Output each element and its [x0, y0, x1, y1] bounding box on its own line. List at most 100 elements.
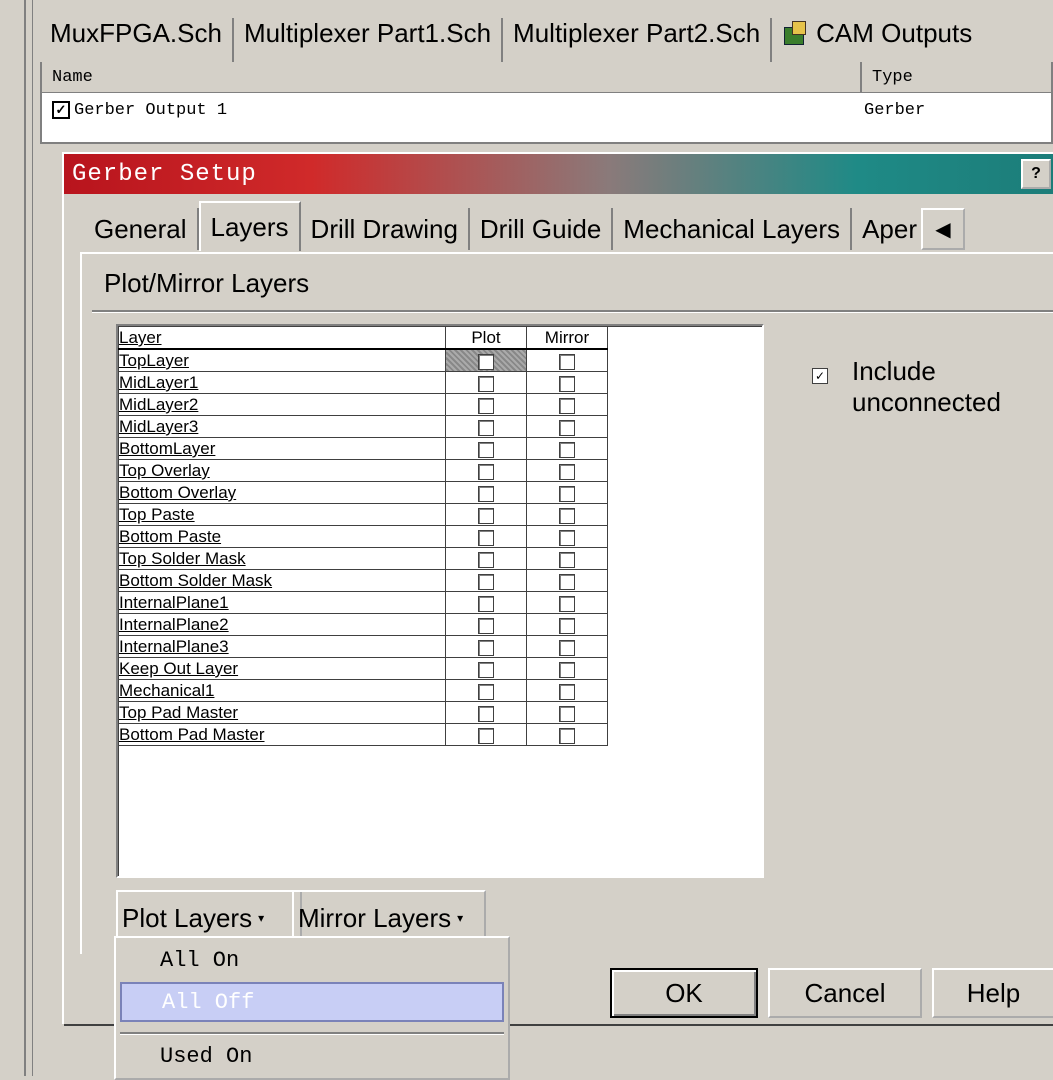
list-header: Name Type	[42, 62, 1051, 93]
mirror-checkbox[interactable]	[559, 375, 575, 392]
table-row[interactable]: TopLayer	[118, 348, 608, 372]
mirror-checkbox[interactable]	[559, 617, 575, 634]
column-header-plot: Plot	[445, 326, 527, 350]
table-row[interactable]: MidLayer3	[118, 415, 608, 438]
table-row[interactable]: InternalPlane2	[118, 613, 608, 636]
plot-checkbox[interactable]	[478, 397, 494, 414]
mirror-cell	[526, 701, 608, 724]
tab-drill-guide[interactable]: Drill Guide	[470, 208, 614, 250]
plot-cell	[445, 657, 527, 680]
tab-layers[interactable]: Layers	[198, 201, 301, 251]
plot-checkbox[interactable]	[478, 353, 494, 370]
mirror-checkbox[interactable]	[559, 397, 575, 414]
tab-drill-drawing[interactable]: Drill Drawing	[301, 208, 470, 250]
mirror-cell	[526, 613, 608, 636]
output-name: Gerber Output 1	[74, 100, 228, 120]
table-row[interactable]: Bottom Overlay	[118, 481, 608, 504]
plot-checkbox[interactable]	[478, 551, 494, 568]
plot-checkbox[interactable]	[478, 595, 494, 612]
include-unconnected[interactable]: ✓ Include unconnected	[812, 356, 1001, 418]
mirror-checkbox[interactable]	[559, 529, 575, 546]
section-divider	[92, 310, 1053, 312]
table-row[interactable]: Top Solder Mask	[118, 547, 608, 570]
layer-name: InternalPlane2	[118, 613, 446, 636]
table-row[interactable]: InternalPlane3	[118, 635, 608, 658]
mirror-checkbox[interactable]	[559, 353, 575, 370]
mirror-checkbox[interactable]	[559, 705, 575, 722]
table-row[interactable]: BottomLayer	[118, 437, 608, 460]
output-checkbox[interactable]: ✓	[52, 101, 70, 119]
mirror-cell	[526, 679, 608, 702]
mirror-checkbox[interactable]	[559, 683, 575, 700]
menu-item-used-on[interactable]: Used On	[120, 1038, 504, 1074]
tab-apertures[interactable]: Aper	[852, 208, 917, 250]
plot-checkbox[interactable]	[478, 507, 494, 524]
plot-checkbox[interactable]	[478, 639, 494, 656]
plot-layers-label: Plot Layers	[122, 902, 253, 933]
gerber-setup-dialog: Gerber Setup ? General Layers Drill Draw…	[62, 152, 1053, 1024]
dialog-titlebar[interactable]: Gerber Setup ?	[64, 154, 1053, 194]
menu-item-all-off[interactable]: All Off	[120, 982, 504, 1022]
doc-tab-label: MuxFPGA.Sch	[50, 17, 222, 48]
table-row[interactable]: InternalPlane1	[118, 591, 608, 614]
plot-checkbox[interactable]	[478, 727, 494, 744]
layers-grid[interactable]: Layer Plot Mirror TopLayer MidLayer1 MidLa…	[116, 324, 764, 878]
table-row[interactable]: Bottom Paste	[118, 525, 608, 548]
mirror-checkbox[interactable]	[559, 595, 575, 612]
plot-cell	[445, 613, 527, 636]
plot-checkbox[interactable]	[478, 705, 494, 722]
plot-checkbox[interactable]	[478, 441, 494, 458]
mirror-checkbox[interactable]	[559, 551, 575, 568]
tab-general[interactable]: General	[84, 208, 199, 250]
ok-button[interactable]: OK	[610, 968, 758, 1018]
menu-item-all-on[interactable]: All On	[120, 942, 504, 978]
list-item[interactable]: ✓ Gerber Output 1 Gerber	[42, 93, 1051, 127]
cancel-button[interactable]: Cancel	[768, 968, 922, 1018]
tab-mechanical-layers[interactable]: Mechanical Layers	[613, 208, 853, 250]
plot-cell	[445, 591, 527, 614]
plot-checkbox[interactable]	[478, 683, 494, 700]
help-question-icon[interactable]: ?	[1021, 159, 1051, 189]
mirror-layers-label: Mirror Layers	[298, 902, 452, 933]
doc-tab-cam-outputs[interactable]: CAM Outputs	[772, 18, 982, 62]
layer-name: Bottom Pad Master	[118, 723, 446, 746]
mirror-checkbox[interactable]	[559, 485, 575, 502]
mirror-cell	[526, 393, 608, 416]
mirror-checkbox[interactable]	[559, 463, 575, 480]
table-row[interactable]: MidLayer2	[118, 393, 608, 416]
plot-checkbox[interactable]	[478, 661, 494, 678]
doc-tab-multiplexer-part2[interactable]: Multiplexer Part2.Sch	[503, 18, 773, 62]
tab-scroll-left-icon[interactable]: ◀	[920, 208, 965, 250]
doc-tab-multiplexer-part1[interactable]: Multiplexer Part1.Sch	[234, 18, 504, 62]
plot-checkbox[interactable]	[478, 463, 494, 480]
plot-checkbox[interactable]	[478, 573, 494, 590]
mirror-cell	[526, 591, 608, 614]
plot-checkbox[interactable]	[478, 485, 494, 502]
plot-checkbox[interactable]	[478, 419, 494, 436]
table-row[interactable]: Mechanical1	[118, 679, 608, 702]
table-row[interactable]: Top Overlay	[118, 459, 608, 482]
table-row[interactable]: MidLayer1	[118, 371, 608, 394]
mirror-checkbox[interactable]	[559, 639, 575, 656]
mirror-checkbox[interactable]	[559, 441, 575, 458]
mirror-checkbox[interactable]	[559, 727, 575, 744]
layer-name: Bottom Overlay	[118, 481, 446, 504]
plot-checkbox[interactable]	[478, 375, 494, 392]
column-header-name[interactable]: Name	[42, 62, 862, 92]
doc-tab-muxfpga[interactable]: MuxFPGA.Sch	[40, 18, 234, 62]
mirror-checkbox[interactable]	[559, 507, 575, 524]
mirror-checkbox[interactable]	[559, 419, 575, 436]
mirror-checkbox[interactable]	[559, 661, 575, 678]
mirror-checkbox[interactable]	[559, 573, 575, 590]
table-row[interactable]: Bottom Solder Mask	[118, 569, 608, 592]
table-row[interactable]: Bottom Pad Master	[118, 723, 608, 746]
help-button[interactable]: Help	[932, 968, 1053, 1018]
mirror-cell	[526, 348, 608, 372]
table-row[interactable]: Keep Out Layer	[118, 657, 608, 680]
table-row[interactable]: Top Pad Master	[118, 701, 608, 724]
column-header-type[interactable]: Type	[862, 62, 913, 92]
include-unconnected-checkbox[interactable]: ✓	[812, 368, 828, 384]
plot-checkbox[interactable]	[478, 529, 494, 546]
table-row[interactable]: Top Paste	[118, 503, 608, 526]
plot-checkbox[interactable]	[478, 617, 494, 634]
